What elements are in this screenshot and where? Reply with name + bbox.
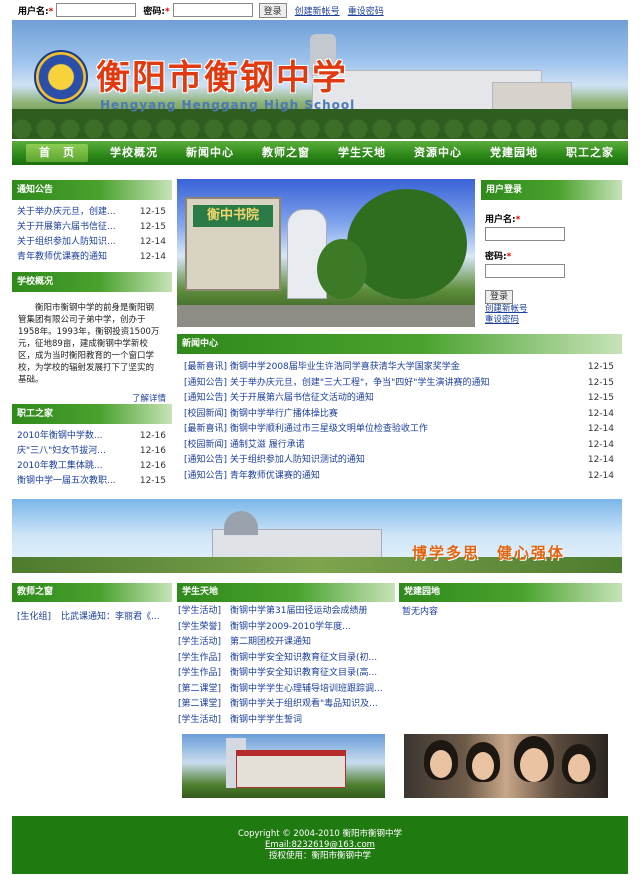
news-panel: 新闻中心 [最新喜讯] 衡钢中学2008届毕业生许浩同学喜获清华大学国家奖学金 1… <box>177 334 622 484</box>
nav-home[interactable]: 首 页 <box>26 144 88 162</box>
building <box>236 750 346 788</box>
nav-about[interactable]: 学校概况 <box>96 141 172 165</box>
news-item[interactable]: [校园新闻] 衡钢中学举行广播体操比赛 12-14 <box>177 407 622 423</box>
list-item[interactable]: 2010年衡钢中学数... 12-16 <box>12 429 172 444</box>
nav-students[interactable]: 学生天地 <box>324 141 400 165</box>
top-login-bar: 用户名:* 密码:* 登录 创建新帐号 重设密码 <box>0 0 640 20</box>
teacher-panel: 教师之窗 [生化组] 比武课通知：李丽君《... <box>12 583 172 625</box>
username-label: 用户名:* <box>18 6 54 17</box>
student-panel-title: 学生天地 <box>177 583 395 602</box>
party-panel-title: 党建园地 <box>399 583 622 602</box>
news-panel-title: 新闻中心 <box>177 334 622 354</box>
gate-sign: 衡中书院 <box>193 205 273 227</box>
student-face <box>472 752 494 780</box>
list-item[interactable]: [学生作品] 衡钢中学安全知识教育征文目录(初... <box>177 651 395 667</box>
news-item[interactable]: [通知公告] 关于举办庆元旦，创建"三大工程"，争当"四好"学生演讲赛的通知 12… <box>177 376 622 392</box>
tree <box>317 239 367 299</box>
staff-panel: 职工之家 2010年衡钢中学数... 12-16 庆"三八"妇女节拔河... 12-… <box>12 404 172 489</box>
header-banner: 衡阳市衡钢中学 Hengyang Henggang High School <box>12 20 628 139</box>
login-panel-title: 用户登录 <box>481 180 622 200</box>
list-item[interactable]: [学生活动] 第二期团校开课通知 <box>177 635 395 651</box>
login-reset-link[interactable]: 重设密码 <box>485 315 622 326</box>
list-item[interactable]: 关于开展第六届书信征... 12-15 <box>12 220 172 235</box>
nav-resources[interactable]: 资源中心 <box>400 141 476 165</box>
nav-teachers[interactable]: 教师之窗 <box>248 141 324 165</box>
tree-line <box>12 109 628 139</box>
slogan-banner: 博学多思 健心强体 <box>12 499 622 573</box>
footer-copyright: Copyright © 2004-2010 衡阳市衡钢中学 <box>238 829 402 839</box>
main-nav: 首 页 学校概况 新闻中心 教师之窗 学生天地 资源中心 党建园地 职工之家 <box>12 141 628 165</box>
notice-panel-title: 通知公告 <box>12 180 172 200</box>
party-panel: 党建园地 暂无内容 <box>399 583 622 619</box>
campus-gate-photo: 衡中书院 <box>177 179 475 327</box>
nav-party[interactable]: 党建园地 <box>476 141 552 165</box>
list-item[interactable]: 青年教师优课赛的通知 12-14 <box>12 250 172 265</box>
school-slogan: 博学多思 健心强体 <box>412 544 566 562</box>
school-name: 衡阳市衡钢中学 <box>96 58 348 98</box>
reset-password-link[interactable]: 重设密码 <box>348 4 384 17</box>
observatory-dome <box>224 511 258 535</box>
list-item[interactable]: 衡钢中学一届五次教职... 12-15 <box>12 474 172 489</box>
username-input[interactable] <box>56 3 137 17</box>
about-text: 衡阳市衡钢中学的前身是衡阳钢管集团有限公司子弟中学，创办于1958年。1993年… <box>18 303 160 385</box>
password-label: 密码:* <box>143 6 170 17</box>
list-item[interactable]: [第二课堂] 衡钢中学学生心理辅导培训班跟踪调... <box>177 682 395 698</box>
nav-staff[interactable]: 职工之家 <box>552 141 628 165</box>
list-item[interactable]: [第二课堂] 衡钢中学关于组织观看"毒品知识及... <box>177 697 395 713</box>
nav-news[interactable]: 新闻中心 <box>172 141 248 165</box>
login-button[interactable]: 登录 <box>258 2 287 18</box>
school-logo-icon <box>34 50 88 104</box>
list-item[interactable]: 关于组织参加人防知识... 12-14 <box>12 235 172 250</box>
news-item[interactable]: [通知公告] 青年教师优课赛的通知 12-14 <box>177 469 622 485</box>
list-item[interactable]: [生化组] 比武课通知：李丽君《... <box>12 610 172 625</box>
login-password-input[interactable] <box>485 264 565 278</box>
login-submit-button[interactable]: 登录 <box>485 290 514 304</box>
footer: Copyright © 2004-2010 衡阳市衡钢中学 Email:8232… <box>12 816 628 874</box>
login-register-link[interactable]: 创建新帐号 <box>485 304 622 315</box>
list-item[interactable]: [学生作品] 衡钢中学安全知识教育征文目录(高... <box>177 666 395 682</box>
list-item[interactable]: 关于举办庆元旦，创建... 12-15 <box>12 205 172 220</box>
list-item[interactable]: 庆"三八"妇女节拔河... 12-16 <box>12 444 172 459</box>
students-photo[interactable] <box>404 734 608 798</box>
list-item[interactable]: [学生活动] 衡钢中学学生誓词 <box>177 713 395 729</box>
news-item[interactable]: [最新喜讯] 衡钢中学顺利通过市三星级文明单位检查验收工作 12-14 <box>177 422 622 438</box>
footer-license: 授权使用：衡阳市衡钢中学 <box>268 851 371 861</box>
list-item[interactable]: [学生荣誉] 衡钢中学2009-2010学年度... <box>177 620 395 636</box>
school-name-english: Hengyang Henggang High School <box>100 98 356 112</box>
school-gate: 衡中书院 <box>185 197 281 291</box>
about-panel-title: 学校概况 <box>12 272 172 292</box>
login-username-label: 用户名:* <box>485 215 521 225</box>
road <box>177 305 475 327</box>
login-password-label: 密码:* <box>485 252 512 262</box>
tree <box>347 189 467 299</box>
student-face <box>430 750 452 778</box>
register-link[interactable]: 创建新帐号 <box>295 4 340 17</box>
notice-panel: 通知公告 关于举办庆元旦，创建... 12-15 关于开展第六届书信征... 12-… <box>12 180 172 265</box>
student-face <box>520 748 548 782</box>
news-item[interactable]: [校园新闻] 通制艾滋 履行承诺 12-14 <box>177 438 622 454</box>
about-more-link[interactable]: 了解详情 <box>12 386 172 404</box>
party-empty-text: 暂无内容 <box>402 607 439 617</box>
staff-panel-title: 职工之家 <box>12 404 172 424</box>
teacher-panel-title: 教师之窗 <box>12 583 172 602</box>
news-item[interactable]: [最新喜讯] 衡钢中学2008届毕业生许浩同学喜获清华大学国家奖学金 12-15 <box>177 360 622 376</box>
about-panel: 学校概况 衡阳市衡钢中学的前身是衡阳钢管集团有限公司子弟中学，创办于1958年。… <box>12 272 172 404</box>
user-login-panel: 用户登录 用户名:* 密码:* 登录 创建新帐号 重设密码 <box>481 180 622 326</box>
student-panel: 学生天地 [学生活动] 衡钢中学第31届田径运动会成绩册 [学生荣誉] 衡钢中学20… <box>177 583 395 728</box>
password-input[interactable] <box>172 3 253 17</box>
campus-building-photo[interactable] <box>182 734 385 798</box>
list-item[interactable]: 2010年教工集体跳... 12-16 <box>12 459 172 474</box>
news-item[interactable]: [通知公告] 关于组织参加人防知识测试的通知 12-14 <box>177 453 622 469</box>
student-face <box>568 754 590 782</box>
footer-email-link[interactable]: Email:8232619@163.com <box>12 840 628 851</box>
login-username-input[interactable] <box>485 227 565 241</box>
list-item[interactable]: [学生活动] 衡钢中学第31届田径运动会成绩册 <box>177 604 395 620</box>
news-item[interactable]: [通知公告] 关于开展第六届书信征文活动的通知 12-15 <box>177 391 622 407</box>
